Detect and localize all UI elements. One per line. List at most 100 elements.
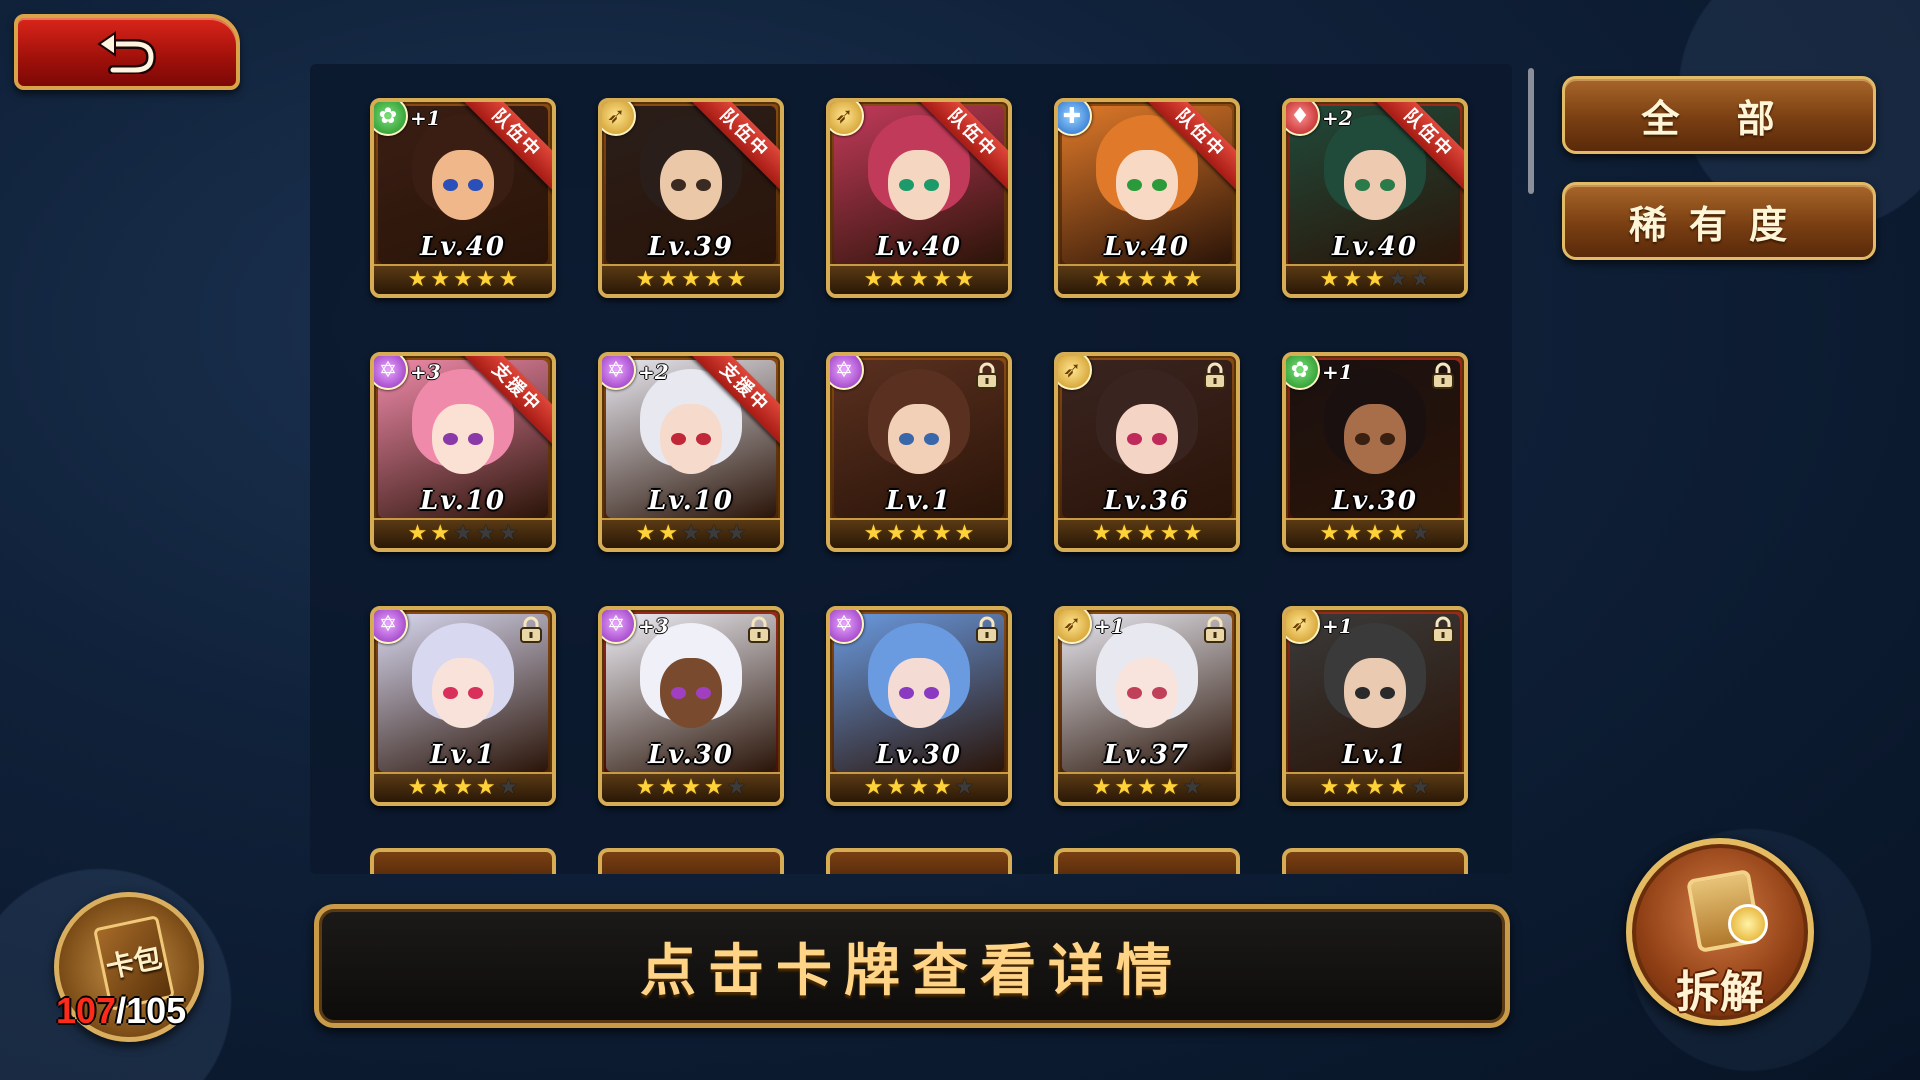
star-icon: ★ xyxy=(1091,521,1112,546)
portrait-eye xyxy=(670,686,686,700)
star-icon: ★ xyxy=(1387,267,1408,292)
star-icon: ★ xyxy=(1410,267,1431,292)
back-button[interactable] xyxy=(14,14,240,90)
enhance-level: +3 xyxy=(638,614,669,638)
character-card[interactable]: Lv.30 ★ ★ ★ ★ ★ ✡ +3 xyxy=(598,606,784,806)
portrait-eye xyxy=(1126,432,1142,446)
star-icon: ★ xyxy=(1365,775,1385,800)
enhance-level: +3 xyxy=(410,360,441,384)
portrait-eye xyxy=(1354,178,1370,192)
card-level: Lv.37 xyxy=(1103,740,1190,770)
card-partial[interactable] xyxy=(1282,848,1468,874)
star-icon: ★ xyxy=(1387,521,1408,546)
card-level: Lv.39 xyxy=(647,232,734,262)
star-icon: ★ xyxy=(475,775,496,800)
star-icon: ★ xyxy=(658,521,679,546)
lock-icon xyxy=(976,616,998,643)
card-level: Lv.40 xyxy=(419,232,506,262)
portrait-face xyxy=(660,150,722,220)
coin-icon xyxy=(1728,904,1768,944)
star-icon: ★ xyxy=(430,775,451,800)
scrollbar[interactable] xyxy=(1528,68,1534,194)
star-icon: ★ xyxy=(1410,521,1431,546)
info-bar: 点击卡牌查看详情 xyxy=(314,904,1510,1028)
rarity-stars: ★ ★ ★ ★ ★ xyxy=(830,264,1008,294)
star-icon: ★ xyxy=(407,267,428,292)
rarity-stars: ★ ★ ★ ★ ★ xyxy=(1286,264,1464,294)
character-card[interactable]: Lv.40 ★ ★ ★ ★ ★ ➶ 队伍中 xyxy=(826,98,1012,298)
portrait-eye xyxy=(442,686,458,700)
star-icon: ★ xyxy=(430,267,451,292)
enhance-level: +2 xyxy=(638,360,669,384)
card-partial[interactable] xyxy=(370,848,556,874)
star-icon: ★ xyxy=(1342,521,1363,546)
card-partial[interactable] xyxy=(826,848,1012,874)
rarity-stars: ★ ★ ★ ★ ★ xyxy=(830,772,1008,802)
portrait-eye xyxy=(898,432,914,446)
star-icon: ★ xyxy=(1342,775,1363,800)
portrait-eye xyxy=(442,178,458,192)
next-row-peek xyxy=(370,848,1468,874)
character-card[interactable]: Lv.1 ★ ★ ★ ★ ★ ✡ xyxy=(826,352,1012,552)
star-icon: ★ xyxy=(475,267,496,292)
star-icon: ★ xyxy=(1319,521,1340,546)
rarity-stars: ★ ★ ★ ★ ★ xyxy=(374,772,552,802)
star-icon: ★ xyxy=(453,521,473,546)
star-icon: ★ xyxy=(886,775,907,800)
character-card[interactable]: Lv.1 ★ ★ ★ ★ ★ ➶ +1 xyxy=(1282,606,1468,806)
portrait-eye xyxy=(670,178,686,192)
filter-rarity-button[interactable]: 稀有度 xyxy=(1562,182,1876,260)
filter-all-button[interactable]: 全 部 xyxy=(1562,76,1876,154)
lock-icon xyxy=(520,616,542,643)
star-icon: ★ xyxy=(498,775,519,800)
lock-icon xyxy=(1204,616,1226,643)
character-card[interactable]: Lv.10 ★ ★ ★ ★ ★ ✡ +2 支援中 xyxy=(598,352,784,552)
character-card[interactable]: Lv.10 ★ ★ ★ ★ ★ ✡ +3 支援中 xyxy=(370,352,556,552)
star-icon: ★ xyxy=(1342,267,1363,292)
star-icon: ★ xyxy=(658,267,679,292)
rarity-stars: ★ ★ ★ ★ ★ xyxy=(1058,772,1236,802)
card-level: Lv.30 xyxy=(875,740,962,770)
star-icon: ★ xyxy=(407,521,428,546)
portrait-face xyxy=(1116,658,1178,728)
star-icon: ★ xyxy=(1365,521,1385,546)
character-card[interactable]: Lv.40 ★ ★ ★ ★ ★ ♦ +2 队伍中 xyxy=(1282,98,1468,298)
star-icon: ★ xyxy=(1182,521,1203,546)
character-card[interactable]: Lv.1 ★ ★ ★ ★ ★ ✡ xyxy=(370,606,556,806)
star-icon: ★ xyxy=(1137,267,1157,292)
star-icon: ★ xyxy=(681,521,701,546)
star-icon: ★ xyxy=(475,521,496,546)
card-partial[interactable] xyxy=(1054,848,1240,874)
card-partial[interactable] xyxy=(598,848,784,874)
star-icon: ★ xyxy=(931,521,952,546)
portrait-face xyxy=(1116,150,1178,220)
portrait-face xyxy=(660,658,722,728)
rarity-stars: ★ ★ ★ ★ ★ xyxy=(1058,518,1236,548)
star-icon: ★ xyxy=(681,267,701,292)
portrait-face xyxy=(1344,658,1406,728)
character-card[interactable]: Lv.40 ★ ★ ★ ★ ★ ✿ +1 队伍中 xyxy=(370,98,556,298)
enhance-level: +1 xyxy=(1094,614,1125,638)
star-icon: ★ xyxy=(658,775,679,800)
character-card[interactable]: Lv.30 ★ ★ ★ ★ ★ ✿ +1 xyxy=(1282,352,1468,552)
star-icon: ★ xyxy=(1114,775,1135,800)
character-card[interactable]: Lv.40 ★ ★ ★ ★ ★ ✚ 队伍中 xyxy=(1054,98,1240,298)
character-card[interactable]: Lv.30 ★ ★ ★ ★ ★ ✡ xyxy=(826,606,1012,806)
star-icon: ★ xyxy=(1091,775,1112,800)
disassemble-button[interactable]: 拆解 xyxy=(1626,838,1814,1026)
star-icon: ★ xyxy=(430,521,451,546)
star-icon: ★ xyxy=(1319,267,1340,292)
card-collection-panel[interactable]: Lv.40 ★ ★ ★ ★ ★ ✿ +1 队伍中 Lv.39 ★ ★ ★ ★ ★ ➶ 队伍中 Lv.40 ★ ★ ★ ★ ★… xyxy=(310,64,1512,874)
star-icon: ★ xyxy=(1319,775,1340,800)
card-count-max: /105 xyxy=(116,990,187,1031)
rarity-stars: ★ ★ ★ ★ ★ xyxy=(602,264,780,294)
star-icon: ★ xyxy=(703,775,724,800)
character-card[interactable]: Lv.39 ★ ★ ★ ★ ★ ➶ 队伍中 xyxy=(598,98,784,298)
character-card[interactable]: Lv.37 ★ ★ ★ ★ ★ ➶ +1 xyxy=(1054,606,1240,806)
enhance-level: +1 xyxy=(1322,614,1353,638)
star-icon: ★ xyxy=(1091,267,1112,292)
star-icon: ★ xyxy=(886,521,907,546)
star-icon: ★ xyxy=(453,775,473,800)
rarity-stars: ★ ★ ★ ★ ★ xyxy=(830,518,1008,548)
character-card[interactable]: Lv.36 ★ ★ ★ ★ ★ ➶ xyxy=(1054,352,1240,552)
